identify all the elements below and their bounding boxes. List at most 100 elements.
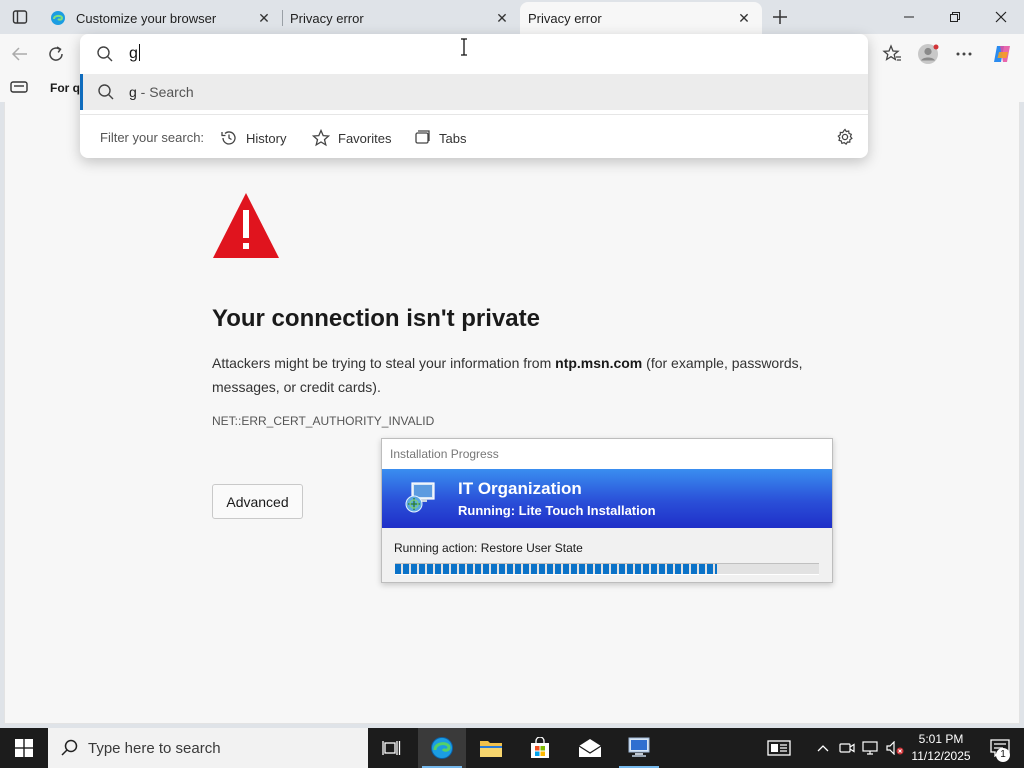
tab-title: Privacy error — [528, 10, 602, 26]
tab-actions-icon — [12, 10, 28, 24]
minimize-button[interactable] — [886, 0, 932, 34]
back-arrow-icon — [11, 47, 27, 61]
plus-icon — [773, 10, 787, 24]
refresh-icon — [49, 46, 63, 61]
installer-progress-fill — [395, 564, 718, 574]
show-hidden-icons-button[interactable] — [812, 728, 834, 768]
tab-title: Privacy error — [290, 10, 364, 26]
error-page-content — [4, 102, 1020, 724]
deployment-computer-icon — [628, 737, 650, 757]
task-view-button[interactable] — [368, 728, 416, 768]
import-favorites-icon[interactable] — [10, 80, 28, 96]
star-list-icon — [882, 44, 901, 61]
close-tab-icon[interactable]: ✕ — [492, 8, 512, 28]
tab-strip: Customize your browser ✕ Privacy error ✕… — [0, 0, 1024, 34]
minimize-icon — [904, 16, 914, 18]
back-button[interactable] — [8, 42, 32, 66]
search-icon — [61, 739, 78, 756]
close-tab-icon[interactable]: ✕ — [254, 8, 274, 28]
more-dots-icon — [956, 52, 972, 56]
suggestion-term: g — [129, 84, 137, 100]
notification-count-badge: 1 — [996, 748, 1010, 762]
error-title: Your connection isn't private — [212, 305, 540, 332]
windows-logo-icon — [15, 739, 33, 757]
volume-muted-icon — [886, 741, 904, 755]
copilot-button[interactable] — [990, 42, 1014, 66]
suggestion-action: Search — [149, 84, 194, 100]
taskbar-search-box[interactable]: Type here to search — [48, 728, 368, 768]
installer-organization: IT Organization — [458, 479, 582, 498]
installer-window-title: Installation Progress — [390, 447, 499, 461]
filter-favorites-button[interactable]: Favorites — [312, 126, 391, 150]
search-suggestion[interactable]: g - Search — [80, 74, 868, 110]
news-icon — [767, 740, 791, 756]
error-description-prefix: Attackers might be trying to steal your … — [212, 355, 556, 371]
camera-icon — [839, 743, 855, 753]
search-icon — [96, 45, 114, 63]
taskbar-installer-button[interactable] — [615, 728, 663, 768]
start-button[interactable] — [0, 728, 48, 768]
deployment-computer-icon — [402, 479, 438, 515]
divider — [80, 114, 868, 115]
search-icon — [97, 83, 115, 101]
tab-privacy-error-active[interactable]: Privacy error ✕ — [520, 2, 762, 34]
chevron-up-icon — [817, 745, 829, 752]
tray-volume-button[interactable] — [884, 728, 906, 768]
new-tab-button[interactable] — [768, 5, 792, 29]
taskbar-search-placeholder: Type here to search — [88, 739, 221, 757]
address-bar-text[interactable]: g — [129, 44, 140, 63]
tray-network-button[interactable] — [860, 728, 882, 768]
filter-label: Filter your search: — [100, 130, 205, 145]
installer-banner: IT Organization Running: Lite Touch Inst… — [382, 469, 832, 528]
suggestion-separator: - — [136, 84, 150, 100]
address-bar-query: g — [129, 45, 138, 62]
restore-button[interactable] — [932, 0, 978, 34]
folder-icon — [480, 741, 502, 757]
windows-taskbar: Type here to search 5:01 PM 11/12/2025 1 — [0, 728, 1024, 768]
address-bar-dropdown: g g - Search Filter your search: History… — [80, 34, 868, 158]
clock-date: 11/12/2025 — [911, 749, 971, 763]
taskbar-edge-button[interactable] — [418, 728, 466, 768]
taskbar-mail-button[interactable] — [566, 728, 614, 768]
network-icon — [862, 741, 878, 755]
refresh-button[interactable] — [44, 42, 68, 66]
history-icon — [220, 129, 238, 147]
filter-favorites-label: Favorites — [338, 130, 392, 146]
installer-current-action: Running action: Restore User State — [394, 541, 583, 555]
favorites-button[interactable] — [880, 42, 904, 66]
taskbar-store-button[interactable] — [516, 728, 564, 768]
close-window-button[interactable] — [978, 0, 1024, 34]
tab-title: Customize your browser — [76, 10, 217, 26]
suggestion-text: g - Search — [129, 84, 194, 100]
tab-customize-browser[interactable]: Customize your browser ✕ — [42, 2, 282, 34]
mail-icon — [578, 739, 602, 757]
i-beam-cursor-icon — [460, 38, 468, 56]
installer-title-bar[interactable]: Installation Progress — [382, 439, 832, 469]
clock-time: 5:01 PM — [918, 732, 964, 746]
tray-news-button[interactable] — [764, 728, 794, 768]
task-view-icon — [382, 741, 401, 755]
warning-icon — [212, 192, 280, 265]
settings-more-button[interactable] — [952, 42, 976, 66]
installation-progress-window: Installation Progress IT Organization Ru… — [381, 438, 833, 583]
taskbar-file-explorer-button[interactable] — [467, 728, 515, 768]
advanced-button[interactable]: Advanced — [212, 484, 303, 519]
installer-progress-bar — [395, 563, 819, 575]
tab-actions-menu-button[interactable] — [6, 5, 34, 29]
taskbar-clock[interactable]: 5:01 PM 11/12/2025 — [906, 731, 976, 765]
filter-history-label: History — [246, 130, 287, 146]
edge-favicon-icon — [50, 10, 66, 26]
filter-tabs-button[interactable]: Tabs — [413, 126, 466, 150]
close-tab-icon[interactable]: ✕ — [734, 8, 754, 28]
tray-meet-button[interactable] — [836, 728, 858, 768]
gear-icon[interactable] — [836, 128, 854, 146]
profile-button[interactable] — [916, 42, 940, 66]
text-caret — [138, 44, 140, 61]
search-filter-row: Filter your search: History Favorites Ta… — [80, 118, 868, 158]
address-bar-input[interactable]: g — [80, 34, 868, 74]
copilot-icon — [994, 46, 1010, 62]
star-icon — [312, 129, 330, 147]
filter-history-button[interactable]: History — [220, 126, 286, 150]
installer-status: Running: Lite Touch Installation — [458, 503, 656, 518]
tab-privacy-error-1[interactable]: Privacy error ✕ — [282, 2, 520, 34]
